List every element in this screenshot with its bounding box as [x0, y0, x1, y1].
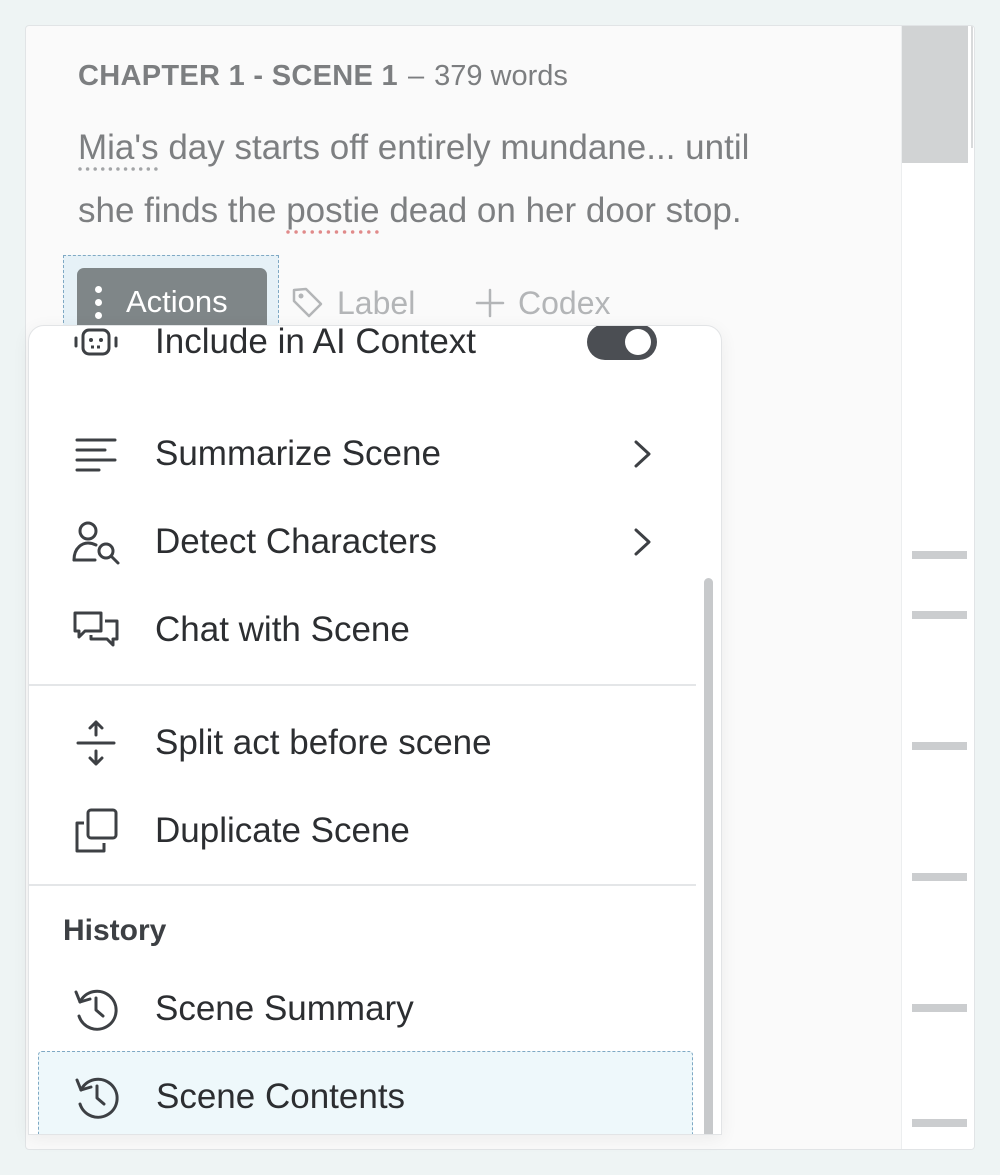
menu-item-history-scene-contents[interactable]: Scene Contents: [38, 1051, 693, 1134]
codex-button-label: Codex: [518, 284, 611, 321]
scene-scrollbar-thumb[interactable]: [902, 26, 968, 163]
user-search-icon: [72, 521, 120, 565]
codex-button[interactable]: Codex: [474, 278, 611, 328]
scene-summary[interactable]: Mia's day starts off entirely mundane...…: [78, 116, 898, 242]
plus-icon: [475, 288, 505, 318]
menu-item-history-scene-summary[interactable]: Scene Summary: [29, 967, 696, 1051]
chapter-scene-label: CHAPTER 1 - SCENE 1: [78, 60, 398, 92]
menu-item-label: Chat with Scene: [155, 610, 410, 649]
actions-button-label: Actions: [126, 284, 228, 319]
scene-marker[interactable]: [912, 551, 967, 559]
history-icon: [74, 989, 118, 1031]
menu-divider: [29, 884, 696, 886]
chevron-right-icon: [634, 528, 651, 556]
actions-dropdown-menu: Include in AI Context Summarize Scene De…: [28, 325, 722, 1135]
menu-item-detect-characters[interactable]: Detect Characters: [29, 500, 696, 584]
scene-marker[interactable]: [912, 1119, 967, 1127]
robot-icon: [74, 328, 118, 356]
tag-icon: [292, 287, 323, 318]
scene-marker[interactable]: [912, 611, 967, 619]
menu-item-label: Scene Contents: [156, 1077, 406, 1116]
history-heading: History: [63, 914, 167, 947]
header-separator: –: [407, 60, 425, 92]
summary-character-name[interactable]: Mia's: [78, 128, 159, 167]
menu-item-label: Scene Summary: [155, 989, 414, 1028]
menu-item-label: Summarize Scene: [155, 434, 441, 473]
label-button-label: Label: [337, 284, 416, 321]
scene-header: CHAPTER 1 - SCENE 1–379 words: [78, 60, 568, 93]
summary-text-3: dead on her door stop.: [379, 191, 742, 230]
duplicate-icon: [75, 808, 118, 853]
history-icon: [75, 1077, 119, 1119]
scene-scrollbar-track[interactable]: [901, 26, 974, 1149]
chat-bubbles-icon: [73, 611, 119, 647]
scene-marker[interactable]: [912, 1004, 967, 1012]
menu-item-include-ai-context[interactable]: Include in AI Context: [29, 325, 696, 384]
menu-item-chat-with-scene[interactable]: Chat with Scene: [29, 588, 696, 672]
scene-marker[interactable]: [912, 742, 967, 750]
chevron-right-icon: [634, 440, 651, 468]
menu-item-label: Include in AI Context: [155, 325, 477, 361]
menu-item-label: Detect Characters: [155, 522, 438, 561]
text-lines-icon: [75, 438, 117, 472]
word-count: 379 words: [434, 60, 568, 92]
menu-scrollbar-thumb[interactable]: [704, 578, 713, 1134]
ai-context-toggle[interactable]: [587, 326, 657, 360]
menu-item-label: Duplicate Scene: [155, 811, 410, 850]
label-button[interactable]: Label: [291, 278, 415, 328]
split-arrows-icon: [76, 720, 116, 766]
summary-text-2: she finds the: [78, 191, 287, 230]
menu-item-label: Split act before scene: [155, 723, 492, 762]
menu-divider: [29, 684, 696, 686]
vertical-dots-icon: [95, 285, 102, 319]
scene-marker[interactable]: [912, 873, 967, 881]
menu-item-summarize-scene[interactable]: Summarize Scene: [29, 412, 696, 496]
menu-item-split-act[interactable]: Split act before scene: [29, 701, 696, 785]
scrollbar-rail: [971, 26, 973, 148]
menu-item-duplicate-scene[interactable]: Duplicate Scene: [29, 789, 696, 873]
summary-spelling-word[interactable]: postie: [286, 191, 379, 230]
summary-text-1: day starts off entirely mundane... until: [158, 128, 750, 167]
